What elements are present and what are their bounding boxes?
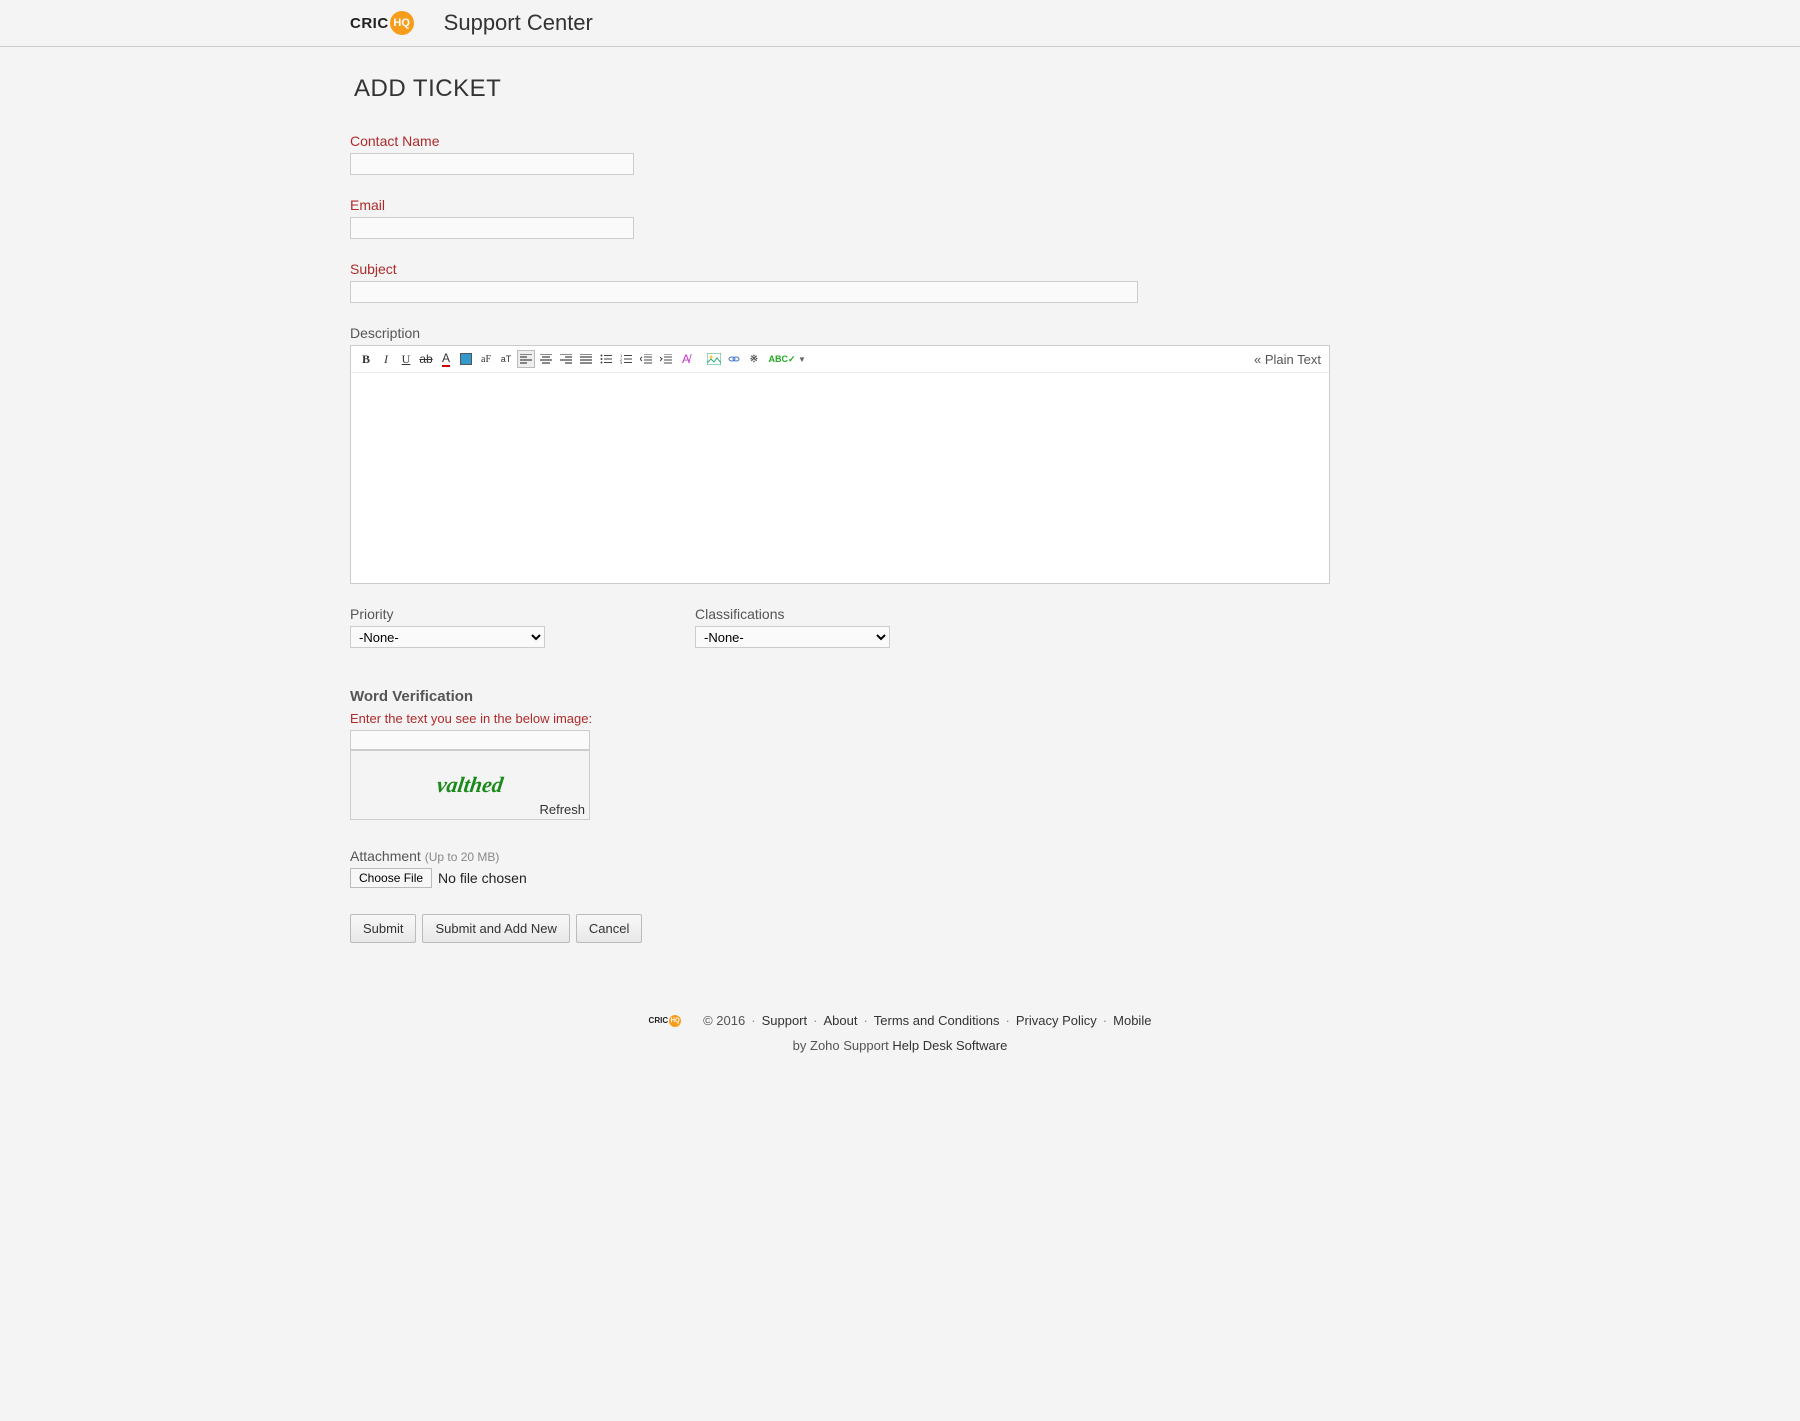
subject-label: Subject: [350, 261, 1450, 277]
logo-badge: HQ: [390, 11, 414, 35]
choose-file-button[interactable]: Choose File: [350, 868, 432, 888]
insert-image-icon[interactable]: [705, 350, 723, 368]
dropdown-icon[interactable]: ▼: [793, 350, 811, 368]
footer-support-link[interactable]: Support: [762, 1013, 808, 1028]
classifications-field: Classifications -None-: [695, 606, 890, 648]
contact-name-label: Contact Name: [350, 133, 1450, 149]
priority-select[interactable]: -None-: [350, 626, 545, 648]
spellcheck-icon[interactable]: ABC✓: [773, 350, 791, 368]
subject-field: Subject: [350, 261, 1450, 303]
classifications-label: Classifications: [695, 606, 890, 622]
background-color-icon[interactable]: [457, 350, 475, 368]
logo[interactable]: CRIC HQ: [350, 11, 414, 35]
align-left-icon[interactable]: [517, 350, 535, 368]
font-color-icon[interactable]: A: [437, 350, 455, 368]
description-label: Description: [350, 325, 1450, 341]
cancel-button[interactable]: Cancel: [576, 914, 642, 943]
footer: CRIC HQ © 2016 · Support · About · Terms…: [0, 983, 1800, 1093]
email-label: Email: [350, 197, 1450, 213]
footer-about-link[interactable]: About: [823, 1013, 857, 1028]
email-input[interactable]: [350, 217, 634, 239]
svg-text:3: 3: [620, 360, 623, 364]
word-verification-heading: Word Verification: [350, 688, 1450, 705]
submit-and-add-new-button[interactable]: Submit and Add New: [422, 914, 569, 943]
align-right-icon[interactable]: [557, 350, 575, 368]
strikethrough-icon[interactable]: ab: [417, 350, 435, 368]
header-title: Support Center: [444, 10, 593, 36]
clear-format-icon[interactable]: A̸: [677, 350, 695, 368]
contact-name-field: Contact Name: [350, 133, 1450, 175]
outdent-icon[interactable]: [637, 350, 655, 368]
page-title: ADD TICKET: [350, 75, 1450, 103]
plain-text-link[interactable]: « Plain Text: [1254, 352, 1321, 367]
insert-link-icon[interactable]: [725, 350, 743, 368]
align-center-icon[interactable]: [537, 350, 555, 368]
attachment-label: Attachment: [350, 848, 421, 864]
footer-logo: CRIC HQ: [649, 1015, 682, 1027]
classifications-select[interactable]: -None-: [695, 626, 890, 648]
footer-terms-link[interactable]: Terms and Conditions: [874, 1013, 1000, 1028]
editor-toolbar: B I U ab A aF aT: [351, 346, 1329, 373]
word-verification-input[interactable]: [350, 730, 590, 750]
priority-label: Priority: [350, 606, 545, 622]
indent-icon[interactable]: [657, 350, 675, 368]
footer-copyright: © 2016: [703, 1013, 745, 1028]
word-verification-prompt: Enter the text you see in the below imag…: [350, 711, 1450, 726]
footer-by-prefix: by Zoho Support: [793, 1038, 889, 1053]
rich-text-editor: B I U ab A aF aT: [350, 345, 1330, 584]
italic-icon[interactable]: I: [377, 350, 395, 368]
description-field: Description B I U ab A aF aT: [350, 325, 1450, 584]
no-file-chosen-label: No file chosen: [438, 870, 527, 886]
captcha-refresh-link[interactable]: Refresh: [539, 802, 585, 817]
footer-help-desk-link[interactable]: Help Desk Software: [892, 1038, 1007, 1053]
font-family-icon[interactable]: aF: [477, 350, 495, 368]
contact-name-input[interactable]: [350, 153, 634, 175]
bullet-list-icon[interactable]: [597, 350, 615, 368]
editor-textarea[interactable]: [351, 373, 1329, 583]
bold-icon[interactable]: B: [357, 350, 375, 368]
subject-input[interactable]: [350, 281, 1138, 303]
footer-privacy-link[interactable]: Privacy Policy: [1016, 1013, 1097, 1028]
font-size-icon[interactable]: aT: [497, 350, 515, 368]
footer-mobile-link[interactable]: Mobile: [1113, 1013, 1151, 1028]
header: CRIC HQ Support Center: [0, 0, 1800, 47]
email-field: Email: [350, 197, 1450, 239]
main-content: ADD TICKET Contact Name Email Subject De…: [350, 47, 1450, 983]
captcha-text: valthed: [435, 772, 505, 798]
priority-field: Priority -None-: [350, 606, 545, 648]
action-buttons: Submit Submit and Add New Cancel: [350, 914, 1450, 943]
align-justify-icon[interactable]: [577, 350, 595, 368]
attachment-field: Attachment (Up to 20 MB) Choose File No …: [350, 848, 1450, 888]
numbered-list-icon[interactable]: 123: [617, 350, 635, 368]
insert-html-icon[interactable]: ※: [745, 350, 763, 368]
logo-text-prefix: CRIC: [350, 15, 389, 32]
captcha-image: valthed Refresh: [350, 750, 590, 820]
underline-icon[interactable]: U: [397, 350, 415, 368]
attachment-hint: (Up to 20 MB): [425, 850, 500, 864]
submit-button[interactable]: Submit: [350, 914, 416, 943]
